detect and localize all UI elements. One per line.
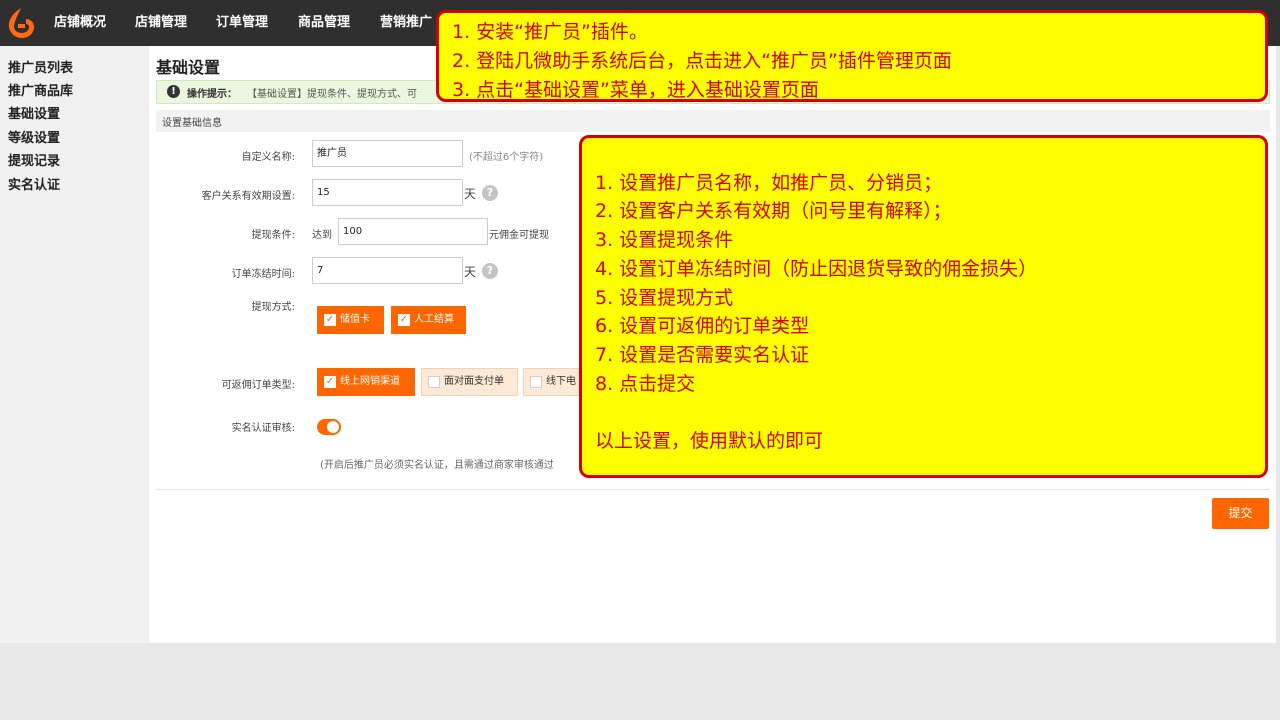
callout-right: 1. 设置推广员名称，如推广员、分销员； 2. 设置客户关系有效期（问号里有解释…	[579, 135, 1268, 478]
order-types-label: 可返佣订单类型:	[221, 380, 295, 391]
callout-line: 1. 设置推广员名称，如推广员、分销员；	[595, 172, 943, 194]
check-icon	[428, 376, 440, 388]
order-type-option-label: 线上网销渠道	[340, 376, 400, 387]
help-icon[interactable]: ?	[482, 263, 498, 279]
callout-line: 6. 设置可返佣的订单类型	[595, 315, 810, 337]
withdraw-condition-suffix: 元佣金可提现	[489, 230, 549, 241]
toggle-icon	[327, 421, 339, 433]
tip-label: 操作提示：	[187, 89, 237, 100]
nav-store-management[interactable]: 店铺管理	[135, 0, 187, 46]
order-type-option-label: 面对面支付单	[444, 376, 504, 387]
order-type-face-to-face[interactable]: 面对面支付单	[421, 368, 518, 396]
sidebar: 推广员列表 推广商品库 基础设置 等级设置 提现记录 实名认证	[0, 46, 149, 643]
divider	[156, 489, 1270, 490]
submit-button[interactable]: 提交	[1212, 498, 1269, 529]
callout-line: 3. 设置提现条件	[595, 229, 734, 251]
validity-label: 客户关系有效期设置:	[201, 191, 295, 202]
callout-line: 1. 安装“推广员”插件。	[452, 21, 648, 43]
sidebar-item-level-settings[interactable]: 等级设置	[8, 127, 60, 146]
order-type-online[interactable]: ✓ 线上网销渠道	[317, 368, 415, 396]
withdraw-condition-input[interactable]: 100	[338, 218, 488, 245]
withdraw-method-manual[interactable]: ✓ 人工结算	[391, 306, 466, 334]
check-icon: ✓	[324, 376, 336, 388]
realname-toggle[interactable]	[317, 419, 341, 435]
withdraw-method-stored-card[interactable]: ✓ 储值卡	[317, 306, 384, 334]
callout-line: 4. 设置订单冻结时间（防止因退货导致的佣金损失）	[595, 258, 1038, 280]
withdraw-condition-prefix: 达到	[312, 230, 332, 241]
realname-label: 实名认证审核:	[231, 423, 295, 434]
callout-line: 8. 点击提交	[595, 373, 696, 395]
withdraw-condition-label: 提现条件:	[251, 230, 295, 241]
sidebar-item-promo-products[interactable]: 推广商品库	[8, 80, 73, 99]
freeze-time-unit: 天	[464, 265, 477, 279]
withdraw-method-label: 提现方式:	[251, 302, 295, 313]
nav-order-management[interactable]: 订单管理	[216, 0, 268, 46]
validity-unit: 天	[464, 187, 477, 201]
logo-icon[interactable]	[6, 7, 36, 39]
callout-line: 2. 登陆几微助手系统后台，点击进入“推广员”插件管理页面	[452, 50, 952, 72]
sidebar-item-basic-settings[interactable]: 基础设置	[8, 103, 60, 122]
callout-line: 2. 设置客户关系有效期（问号里有解释）；	[595, 200, 952, 222]
withdraw-method-option-label: 储值卡	[340, 314, 370, 325]
order-type-offline[interactable]: 线下电	[523, 368, 583, 396]
realname-hint: (开启后推广员必须实名认证，且需通过商家审核通过	[320, 460, 554, 471]
order-type-option-label: 线下电	[546, 376, 576, 387]
withdraw-method-option-label: 人工结算	[414, 314, 454, 325]
nav-store-overview[interactable]: 店铺概况	[54, 0, 106, 46]
freeze-time-label: 订单冻结时间:	[231, 269, 295, 280]
section-header: 设置基础信息	[156, 110, 1270, 132]
check-icon: ✓	[398, 314, 410, 326]
nav-marketing[interactable]: 营销推广	[380, 0, 432, 46]
name-hint: (不超过6个字符)	[469, 152, 544, 163]
info-icon: !	[167, 85, 180, 98]
tip-text: 【基础设置】提现条件、提现方式、可	[247, 89, 417, 100]
check-icon: ✓	[324, 314, 336, 326]
name-input[interactable]: 推广员	[312, 140, 463, 167]
callout-line: 5. 设置提现方式	[595, 287, 734, 309]
validity-input[interactable]: 15	[312, 179, 463, 206]
sidebar-item-withdraw-records[interactable]: 提现记录	[8, 150, 60, 169]
callout-line: 以上设置，使用默认的即可	[595, 430, 824, 452]
help-icon[interactable]: ?	[482, 185, 498, 201]
sidebar-item-promoter-list[interactable]: 推广员列表	[8, 57, 73, 76]
callout-top: 1. 安装“推广员”插件。 2. 登陆几微助手系统后台，点击进入“推广员”插件管…	[436, 10, 1268, 102]
check-icon	[530, 376, 542, 388]
sidebar-item-realname-auth[interactable]: 实名认证	[8, 174, 60, 193]
callout-line: 7. 设置是否需要实名认证	[595, 344, 810, 366]
freeze-time-input[interactable]: 7	[312, 257, 463, 284]
name-label: 自定义名称:	[241, 152, 295, 163]
callout-line: 3. 点击“基础设置”菜单，进入基础设置页面	[452, 79, 819, 101]
nav-product-management[interactable]: 商品管理	[298, 0, 350, 46]
section-title: 设置基础信息	[162, 118, 222, 129]
page-title: 基础设置	[156, 58, 221, 77]
